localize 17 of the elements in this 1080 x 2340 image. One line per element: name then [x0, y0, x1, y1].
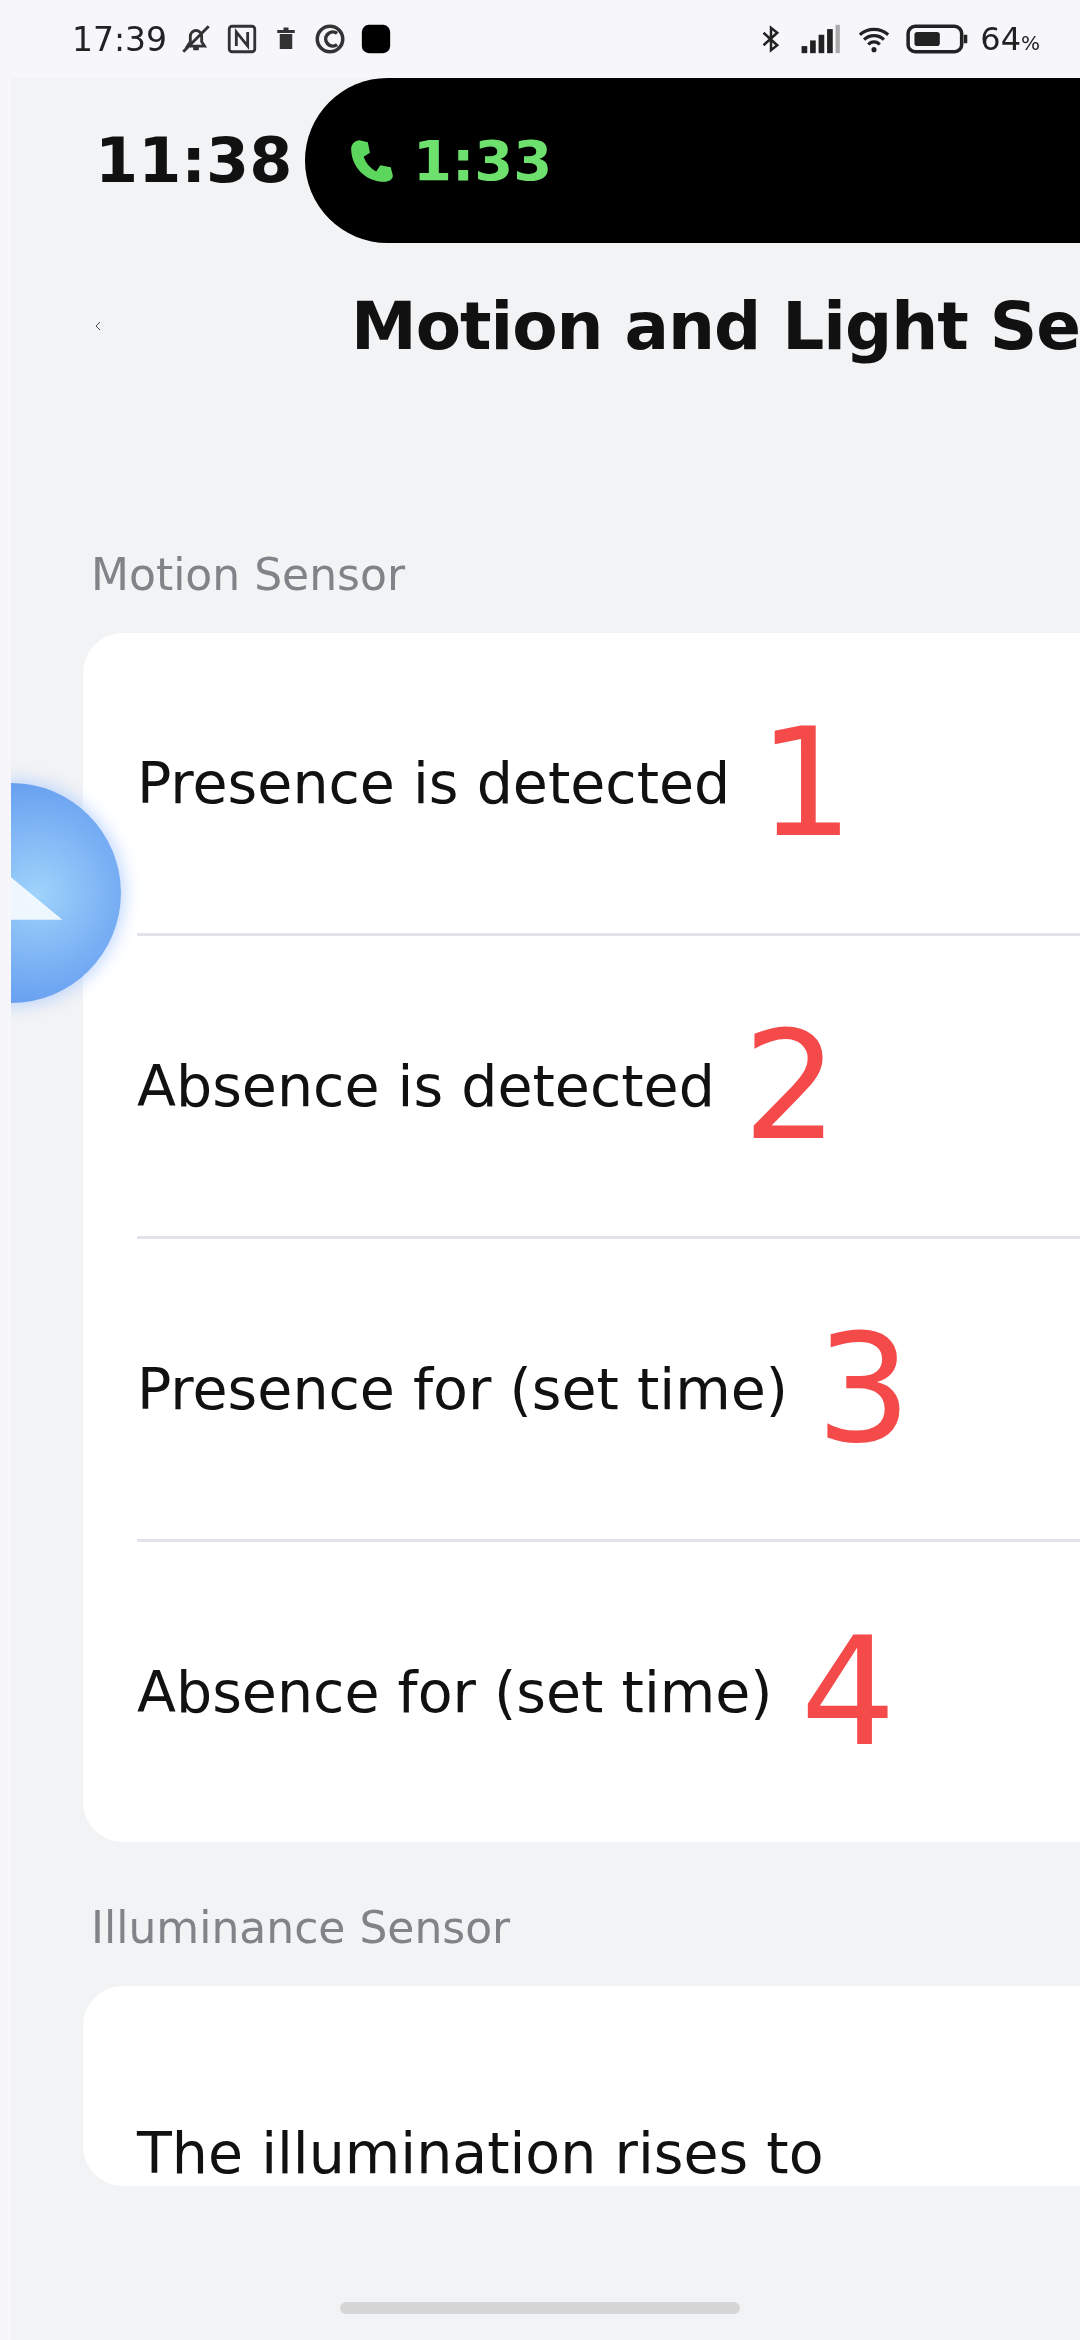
trigger-option[interactable]: Presence for (set time) — [137, 1356, 789, 1422]
battery-icon — [906, 22, 969, 56]
annotation-number: 3 — [816, 1314, 912, 1464]
trigger-option[interactable]: Absence is detected — [137, 1053, 715, 1119]
annotation-number: 1 — [758, 708, 854, 858]
section-header: Motion Sensor — [90, 548, 406, 602]
section-header: Illuminance Sensor — [90, 1901, 512, 1955]
inner-status-time: 11:38 — [94, 124, 294, 197]
annotation-number: 2 — [742, 1011, 839, 1161]
status-time: 17:39 — [72, 19, 168, 59]
call-pill[interactable]: 1:33 — [305, 78, 1080, 243]
trigger-option[interactable]: Absence for (set time) — [137, 1659, 773, 1725]
battery-percentage: 64% — [980, 20, 1040, 58]
page-title: Motion and Light Se — [351, 287, 1080, 365]
trigger-option[interactable]: Presence is detected — [137, 750, 731, 816]
annotation-number: 4 — [800, 1617, 896, 1767]
trigger-option[interactable]: The illumination rises to — [137, 2120, 824, 2186]
